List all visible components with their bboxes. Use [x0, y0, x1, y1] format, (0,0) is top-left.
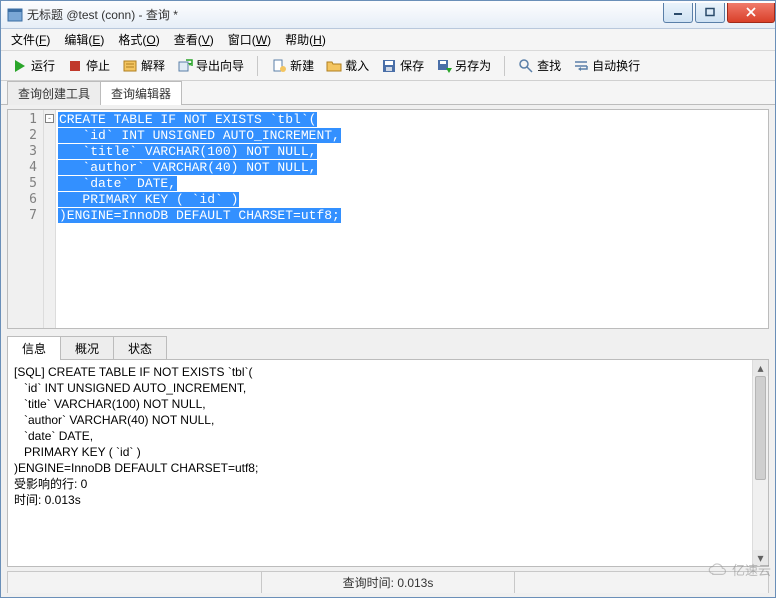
explain-icon	[122, 58, 138, 74]
titlebar: 无标题 @test (conn) - 查询 *	[1, 1, 775, 29]
menu-help[interactable]: 帮助(H)	[279, 29, 332, 50]
find-button[interactable]: 查找	[513, 54, 566, 77]
fold-gutter: -	[44, 110, 56, 328]
toolbar-separator	[504, 56, 505, 76]
toolbar: 运行 停止 解释 导出向导 新建 载入 保存 另存为	[1, 51, 775, 81]
save-label: 保存	[400, 57, 424, 74]
menu-format[interactable]: 格式(O)	[112, 29, 165, 50]
wrap-icon	[573, 58, 589, 74]
tab-state[interactable]: 状态	[113, 336, 167, 360]
toolbar-separator	[257, 56, 258, 76]
window-title: 无标题 @test (conn) - 查询 *	[27, 6, 178, 23]
menu-window[interactable]: 窗口(W)	[222, 29, 277, 50]
save-as-button[interactable]: 另存为	[431, 54, 496, 77]
search-icon	[518, 58, 534, 74]
new-button[interactable]: 新建	[266, 54, 319, 77]
app-icon	[7, 7, 23, 23]
folder-open-icon	[326, 58, 342, 74]
line-number-gutter: 1234567	[8, 110, 44, 328]
stop-label: 停止	[86, 57, 110, 74]
menu-file[interactable]: 文件(F)	[5, 29, 56, 50]
export-label: 导出向导	[196, 57, 244, 74]
new-icon	[271, 58, 287, 74]
tab-info[interactable]: 信息	[7, 336, 61, 360]
sql-editor[interactable]: 1234567 - CREATE TABLE IF NOT EXISTS `tb…	[7, 109, 769, 329]
window-controls	[661, 3, 775, 23]
tab-profile[interactable]: 概况	[60, 336, 114, 360]
menubar: 文件(F) 编辑(E) 格式(O) 查看(V) 窗口(W) 帮助(H)	[1, 29, 775, 51]
stop-button[interactable]: 停止	[62, 54, 115, 77]
run-button[interactable]: 运行	[7, 54, 60, 77]
app-window: 无标题 @test (conn) - 查询 * 文件(F) 编辑(E) 格式(O…	[0, 0, 776, 598]
result-scrollbar[interactable]: ▴ ▾	[752, 360, 768, 566]
stop-icon	[67, 58, 83, 74]
export-wizard-button[interactable]: 导出向导	[172, 54, 249, 77]
scroll-up-icon[interactable]: ▴	[753, 360, 768, 376]
explain-label: 解释	[141, 57, 165, 74]
save-as-label: 另存为	[455, 57, 491, 74]
save-as-icon	[436, 58, 452, 74]
wrap-label: 自动换行	[592, 57, 640, 74]
result-pane: [SQL] CREATE TABLE IF NOT EXISTS `tbl`( …	[7, 359, 769, 567]
export-icon	[177, 58, 193, 74]
tab-query-builder[interactable]: 查询创建工具	[7, 81, 101, 105]
new-label: 新建	[290, 57, 314, 74]
result-text[interactable]: [SQL] CREATE TABLE IF NOT EXISTS `tbl`( …	[8, 360, 752, 566]
wrap-button[interactable]: 自动换行	[568, 54, 645, 77]
minimize-button[interactable]	[663, 3, 693, 23]
close-button[interactable]	[727, 3, 775, 23]
status-cell-empty	[7, 572, 262, 593]
scroll-track[interactable]	[753, 376, 768, 550]
save-button[interactable]: 保存	[376, 54, 429, 77]
status-cell-empty	[515, 572, 769, 593]
run-label: 运行	[31, 57, 55, 74]
maximize-button[interactable]	[695, 3, 725, 23]
save-icon	[381, 58, 397, 74]
result-tabs: 信息 概况 状态	[1, 335, 775, 359]
load-button[interactable]: 载入	[321, 54, 374, 77]
menu-edit[interactable]: 编辑(E)	[58, 29, 110, 50]
find-label: 查找	[537, 57, 561, 74]
scroll-down-icon[interactable]: ▾	[753, 550, 768, 566]
fold-toggle-icon[interactable]: -	[45, 114, 54, 123]
editor-tabs: 查询创建工具 查询编辑器	[1, 81, 775, 105]
statusbar: 查询时间: 0.013s	[7, 571, 769, 593]
menu-view[interactable]: 查看(V)	[168, 29, 220, 50]
status-query-time: 查询时间: 0.013s	[262, 572, 516, 593]
play-icon	[12, 58, 28, 74]
scroll-thumb[interactable]	[755, 376, 766, 480]
explain-button[interactable]: 解释	[117, 54, 170, 77]
load-label: 载入	[345, 57, 369, 74]
code-area[interactable]: CREATE TABLE IF NOT EXISTS `tbl`( `id` I…	[56, 110, 768, 328]
tab-query-editor[interactable]: 查询编辑器	[100, 81, 182, 105]
